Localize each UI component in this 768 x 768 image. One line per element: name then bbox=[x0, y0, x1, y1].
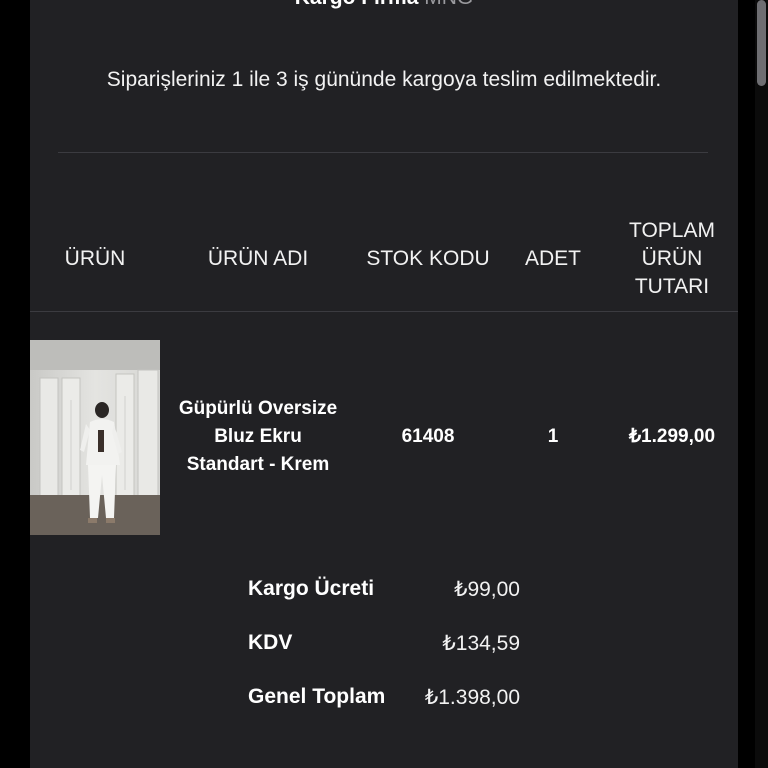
scrollbar-thumb[interactable] bbox=[757, 0, 766, 86]
shipping-fee-label: Kargo Ücreti bbox=[248, 577, 375, 600]
product-quantity: 1 bbox=[547, 426, 559, 447]
grand-total-label: Genel Toplam bbox=[248, 685, 386, 708]
shipping-fee-value: ₺99,00 bbox=[454, 578, 520, 601]
product-stock-code: 61408 bbox=[401, 426, 455, 447]
divider bbox=[58, 152, 708, 153]
product-name[interactable]: Güpürlü Oversize Bluz Ekru Standart - Kr… bbox=[160, 395, 356, 479]
product-photo-illustration bbox=[30, 340, 160, 535]
tax-label: KDV bbox=[248, 631, 293, 654]
tax-value: ₺134,59 bbox=[442, 632, 520, 655]
delivery-info-text: Siparişleriniz 1 ile 3 iş gününde kargoy… bbox=[106, 68, 662, 91]
col-header-product: ÜRÜN bbox=[64, 247, 126, 270]
col-header-stock-code: STOK KODU bbox=[366, 247, 490, 270]
col-header-total-line1: TOPLAM bbox=[629, 219, 715, 242]
product-name-line1: Güpürlü Oversize bbox=[178, 398, 338, 419]
shipping-company-heading: Kargo Firma MNG bbox=[0, 0, 768, 10]
col-header-total-line3: TUTARI bbox=[634, 275, 710, 298]
scrollbar-track[interactable] bbox=[755, 0, 768, 768]
col-header-product-name: ÜRÜN ADI bbox=[207, 247, 309, 270]
product-name-line3: Standart - Krem bbox=[186, 454, 330, 475]
header-divider bbox=[30, 311, 738, 312]
col-header-total: TOPLAM ÜRÜN TUTARI bbox=[612, 217, 732, 301]
col-header-total-line2: ÜRÜN bbox=[641, 247, 703, 270]
shipping-company-label: Kargo Firma bbox=[295, 0, 419, 9]
shipping-company-value: MNG bbox=[424, 0, 473, 9]
col-header-quantity: ADET bbox=[524, 247, 581, 270]
product-image[interactable] bbox=[30, 340, 160, 535]
product-name-line2: Bluz Ekru bbox=[214, 426, 302, 447]
product-total: ₺1.299,00 bbox=[628, 426, 716, 447]
grand-total-value: ₺1.398,00 bbox=[424, 686, 520, 709]
